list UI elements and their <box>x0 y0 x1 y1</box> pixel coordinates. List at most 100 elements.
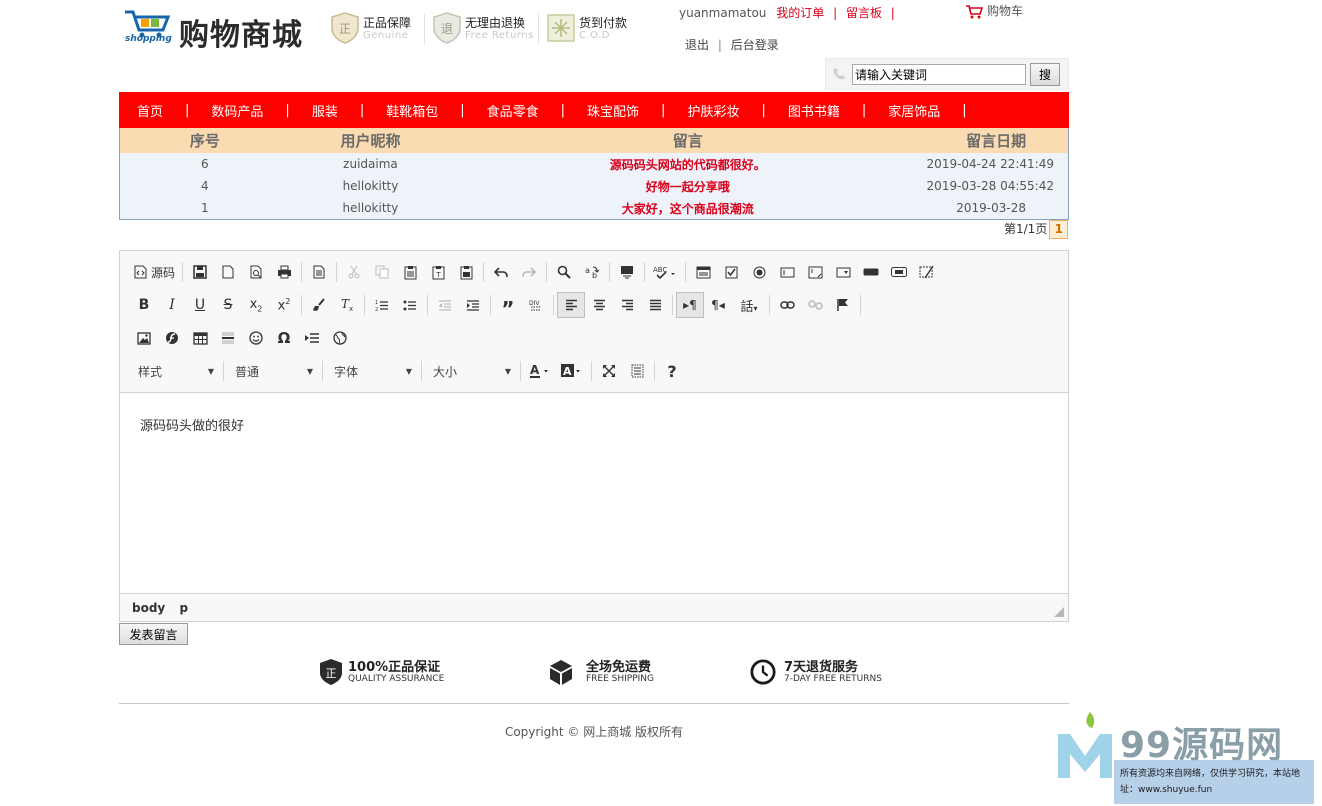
nav-item-food[interactable]: 食品零食 <box>487 101 539 120</box>
about-button[interactable]: ? <box>658 358 686 384</box>
flash-button[interactable] <box>158 325 186 351</box>
page-break-button[interactable] <box>298 325 326 351</box>
cell-id: 6 <box>201 157 209 171</box>
find-button[interactable] <box>550 259 578 285</box>
nav-item-digital[interactable]: 数码产品 <box>211 101 263 120</box>
checkbox-button[interactable] <box>717 259 745 285</box>
align-center-button[interactable] <box>585 292 613 318</box>
toolbar-separator <box>223 361 224 381</box>
background-color-button[interactable]: A <box>556 358 588 384</box>
language-button[interactable]: 話▾ <box>732 292 766 318</box>
paste-button[interactable] <box>396 259 424 285</box>
username: yuanmamatou <box>679 6 767 20</box>
text-direction-ltr-button[interactable]: ▸¶ <box>676 292 704 318</box>
page-number-button[interactable]: 1 <box>1049 220 1069 239</box>
post-message-button[interactable]: 发表留言 <box>119 623 188 645</box>
nav-item-jewelry[interactable]: 珠宝配饰 <box>587 101 639 120</box>
strikethrough-button[interactable]: S <box>214 292 242 318</box>
image-button[interactable] <box>130 325 158 351</box>
italic-button[interactable]: I <box>158 292 186 318</box>
path-element-p[interactable]: p <box>179 601 188 615</box>
undo-button[interactable] <box>487 259 515 285</box>
select-field-button[interactable] <box>829 259 857 285</box>
my-orders-link[interactable]: 我的订单 <box>776 4 824 21</box>
text-color-button[interactable]: A <box>524 358 556 384</box>
nav-item-home[interactable]: 首页 <box>137 101 163 120</box>
font-size-select[interactable]: 大小 ▼ <box>425 359 517 383</box>
horizontal-rule-button[interactable] <box>214 325 242 351</box>
separator: | <box>833 6 838 20</box>
textarea-button[interactable] <box>801 259 829 285</box>
iframe-button[interactable] <box>326 325 354 351</box>
nav-item-clothing[interactable]: 服装 <box>312 101 338 120</box>
style-select[interactable]: 样式 ▼ <box>130 359 220 383</box>
nav-item-books[interactable]: 图书书籍 <box>788 101 840 120</box>
align-right-button[interactable] <box>613 292 641 318</box>
logout-link[interactable]: 退出 <box>685 38 709 52</box>
cut-button[interactable] <box>340 259 368 285</box>
show-blocks-button[interactable] <box>623 358 651 384</box>
nav-item-shoes-bags[interactable]: 鞋靴箱包 <box>386 101 438 120</box>
message-table: 序号 用户昵称 留言 留言日期 6 zuidaima 源码码头网站的代码都很好。… <box>119 128 1069 220</box>
font-select[interactable]: 字体 ▼ <box>326 359 418 383</box>
preview-button[interactable] <box>242 259 270 285</box>
replace-button[interactable]: ab <box>578 259 606 285</box>
paste-word-button[interactable] <box>452 259 480 285</box>
print-button[interactable] <box>270 259 298 285</box>
text-field-button[interactable] <box>773 259 801 285</box>
justify-button[interactable] <box>641 292 669 318</box>
templates-button[interactable] <box>305 259 333 285</box>
hidden-field-button[interactable] <box>913 259 941 285</box>
smiley-button[interactable] <box>242 325 270 351</box>
nav-item-skincare[interactable]: 护肤彩妆 <box>687 101 739 120</box>
text-direction-rtl-button[interactable]: ¶◂ <box>704 292 732 318</box>
resize-grip-icon[interactable] <box>1054 607 1064 617</box>
path-element-body[interactable]: body <box>132 601 165 615</box>
create-div-button[interactable]: DIV <box>522 292 550 318</box>
link-button[interactable] <box>773 292 801 318</box>
image-button-field-button[interactable] <box>885 259 913 285</box>
copy-icon <box>375 265 389 279</box>
message-board-link[interactable]: 留言板 <box>846 4 882 21</box>
spell-check-button[interactable]: ABC <box>648 259 682 285</box>
promise-subtitle: Genuine <box>363 30 409 41</box>
search-input[interactable] <box>852 64 1026 85</box>
subscript-button[interactable]: x2 <box>242 292 270 318</box>
form-button[interactable] <box>689 259 717 285</box>
redo-button[interactable] <box>515 259 543 285</box>
service-subtitle: 7-DAY FREE RETURNS <box>784 674 882 684</box>
table-button[interactable] <box>186 325 214 351</box>
blockquote-button[interactable]: ” <box>494 292 522 319</box>
save-button[interactable] <box>186 259 214 285</box>
format-select[interactable]: 普通 ▼ <box>227 359 319 383</box>
radio-button[interactable] <box>745 259 773 285</box>
cart-link[interactable]: 购物车 <box>965 2 1023 20</box>
bold-button[interactable]: B <box>130 292 158 318</box>
search-button[interactable]: 搜 <box>1030 63 1060 86</box>
admin-login-link[interactable]: 后台登录 <box>731 38 779 52</box>
nav-item-home-decor[interactable]: 家居饰品 <box>888 101 940 120</box>
paste-text-button[interactable]: T <box>424 259 452 285</box>
copy-format-button[interactable] <box>305 292 333 318</box>
remove-format-button[interactable]: Tx <box>333 292 361 318</box>
anchor-button[interactable] <box>829 292 857 318</box>
underline-button[interactable]: U <box>186 292 214 318</box>
special-char-button[interactable]: Ω <box>270 325 298 351</box>
bulleted-list-button[interactable] <box>396 292 424 318</box>
indent-button[interactable] <box>459 292 487 318</box>
button-field-button[interactable] <box>857 259 885 285</box>
outdent-button[interactable] <box>431 292 459 318</box>
unlink-button[interactable] <box>801 292 829 318</box>
new-page-button[interactable] <box>214 259 242 285</box>
editor-content[interactable]: 源码码头做的很好 <box>120 393 1068 593</box>
numbered-list-button[interactable]: 12 <box>368 292 396 318</box>
copy-button[interactable] <box>368 259 396 285</box>
select-all-button[interactable] <box>613 259 641 285</box>
align-left-button[interactable] <box>557 292 585 318</box>
site-logo[interactable]: shopping 购物商城 <box>123 6 313 53</box>
maximize-button[interactable] <box>595 358 623 384</box>
rtl-icon: ¶◂ <box>711 298 725 312</box>
source-button[interactable]: 源码 <box>130 259 179 285</box>
rich-text-editor: 源码 T ab ABC B I U S x2 x2 T x 1 2 ” DIV … <box>119 250 1069 622</box>
superscript-button[interactable]: x2 <box>270 292 298 318</box>
